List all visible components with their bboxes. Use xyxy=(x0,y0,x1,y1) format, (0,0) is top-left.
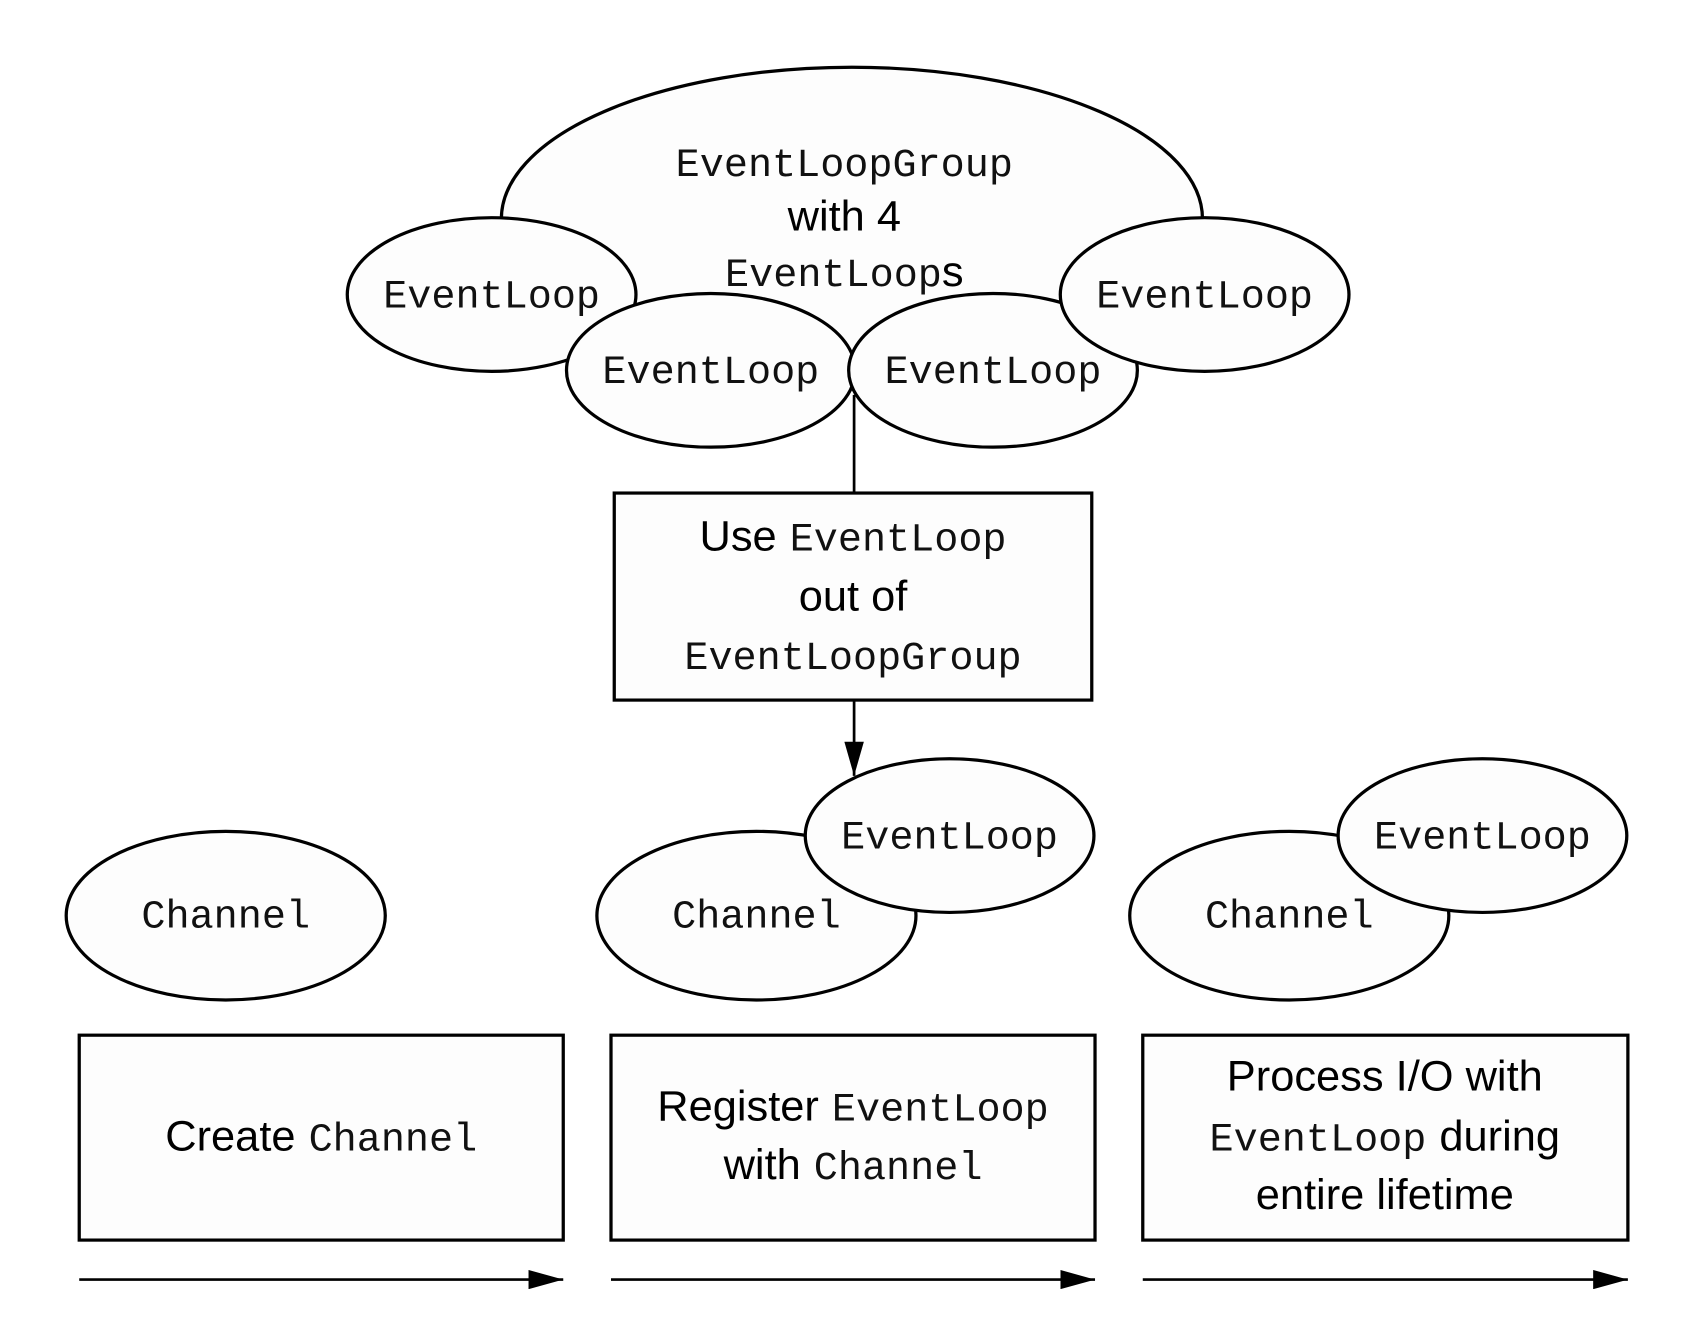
svg-text:CreateChannel: Create Channel xyxy=(165,1113,477,1163)
eventloop-node-registered: EventLoop xyxy=(803,757,1096,915)
svg-text:EventLoop: EventLoop xyxy=(383,275,600,320)
channel-node-1: Channel xyxy=(64,829,387,1002)
svg-text:EventLoop: EventLoop xyxy=(1374,816,1591,861)
svg-text:Channel: Channel xyxy=(1205,895,1374,940)
use-eventloop-box: Use EventLoop out of EventLoopGroup xyxy=(612,491,1094,702)
svg-text:Channel: Channel xyxy=(141,895,310,940)
svg-text:UseEventLoop: Use EventLoop xyxy=(699,513,1006,563)
svg-text:EventLoopGroup: EventLoopGroup xyxy=(684,636,1021,681)
svg-text:EventLoopduring: EventLoop during xyxy=(1210,1113,1561,1163)
svg-text:RegisterEventLoop: Register EventLoop xyxy=(657,1083,1048,1133)
svg-text:withChannel: with Channel xyxy=(723,1142,983,1192)
eventloop-diagram: EventLoopGroup with 4 EventLoops EventLo… xyxy=(64,65,1630,1290)
svg-text:entire lifetime: entire lifetime xyxy=(1256,1171,1514,1219)
svg-text:EventLoop: EventLoop xyxy=(1096,275,1313,320)
svg-text:out of: out of xyxy=(799,573,909,621)
create-channel-box: Create Channel xyxy=(77,1033,565,1242)
eventloop-node-processing: EventLoop xyxy=(1336,757,1629,915)
group-title-code: EventLoopGroup xyxy=(676,143,1013,188)
svg-text:Process I/O with: Process I/O with xyxy=(1227,1053,1543,1101)
eventloop-node-2: EventLoop xyxy=(564,291,857,449)
svg-text:EventLoop: EventLoop xyxy=(841,816,1058,861)
svg-text:EventLoop: EventLoop xyxy=(885,350,1102,395)
process-io-box: Process I/O with EventLoop during entire … xyxy=(1141,1033,1630,1242)
group-title-text: with 4 xyxy=(787,193,901,241)
svg-text:Channel: Channel xyxy=(672,895,841,940)
svg-text:EventLoop: EventLoop xyxy=(602,350,819,395)
register-eventloop-box: Register EventLoop with Channel xyxy=(609,1033,1097,1242)
eventloop-node-4: EventLoop xyxy=(1058,216,1351,373)
group-title-line3: EventLoops xyxy=(725,248,964,298)
